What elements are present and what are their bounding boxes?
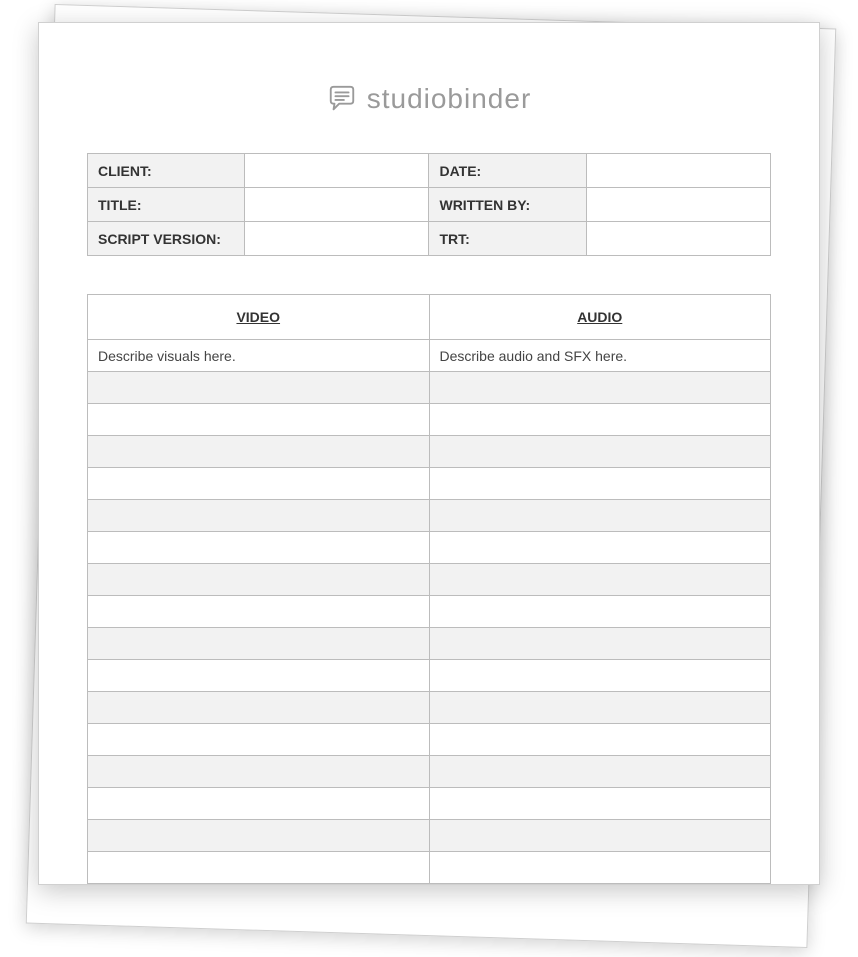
meta-value[interactable] [586,188,770,222]
meta-label: DATE: [429,154,586,188]
video-cell[interactable] [88,436,430,468]
audio-cell[interactable] [429,692,771,724]
audio-cell[interactable] [429,628,771,660]
table-row [88,404,771,436]
meta-value[interactable] [586,154,770,188]
audio-cell[interactable] [429,788,771,820]
meta-label: SCRIPT VERSION: [88,222,245,256]
audio-cell[interactable] [429,564,771,596]
meta-value[interactable] [245,188,429,222]
audio-cell[interactable] [429,756,771,788]
meta-label: TRT: [429,222,586,256]
audio-column-header: AUDIO [429,295,771,340]
front-page: studiobinder CLIENT: DATE: TITLE: WRITTEN B… [38,22,820,885]
table-row [88,532,771,564]
brand-name: studiobinder [367,83,532,115]
video-cell[interactable] [88,372,430,404]
audio-cell[interactable] [429,724,771,756]
audio-cell[interactable] [429,596,771,628]
table-row [88,564,771,596]
meta-label: WRITTEN BY: [429,188,586,222]
table-row [88,788,771,820]
video-cell[interactable] [88,788,430,820]
table-row [88,724,771,756]
video-cell[interactable] [88,532,430,564]
meta-label: CLIENT: [88,154,245,188]
table-row [88,692,771,724]
video-cell[interactable]: Describe visuals here. [88,340,430,372]
table-row [88,820,771,852]
meta-row: SCRIPT VERSION: TRT: [88,222,771,256]
brand-header: studiobinder [87,83,771,115]
table-row [88,436,771,468]
table-row [88,500,771,532]
meta-row: TITLE: WRITTEN BY: [88,188,771,222]
table-row [88,468,771,500]
video-cell[interactable] [88,660,430,692]
audio-cell[interactable] [429,660,771,692]
meta-row: CLIENT: DATE: [88,154,771,188]
audio-cell[interactable] [429,404,771,436]
paper-stack: studiobinder CLIENT: DATE: TITLE: WRITTEN B… [38,22,820,942]
table-row [88,596,771,628]
audio-cell[interactable] [429,852,771,884]
audio-cell[interactable] [429,372,771,404]
meta-value[interactable] [245,154,429,188]
audio-cell[interactable] [429,532,771,564]
video-cell[interactable] [88,596,430,628]
audio-cell[interactable] [429,500,771,532]
video-column-header: VIDEO [88,295,430,340]
video-cell[interactable] [88,724,430,756]
chat-bubble-icon [327,84,357,114]
audio-cell[interactable]: Describe audio and SFX here. [429,340,771,372]
script-table: VIDEO AUDIO Describe visuals here.Descri… [87,294,771,884]
audio-cell[interactable] [429,820,771,852]
video-cell[interactable] [88,756,430,788]
video-cell[interactable] [88,692,430,724]
video-cell[interactable] [88,628,430,660]
audio-cell[interactable] [429,468,771,500]
video-cell[interactable] [88,820,430,852]
meta-value[interactable] [586,222,770,256]
video-cell[interactable] [88,852,430,884]
table-row: Describe visuals here.Describe audio and… [88,340,771,372]
table-row [88,852,771,884]
video-cell[interactable] [88,404,430,436]
meta-table: CLIENT:DATE:TITLE:WRITTEN BY:SCRIPT VERS… [87,153,771,256]
video-cell[interactable] [88,500,430,532]
table-row [88,372,771,404]
video-cell[interactable] [88,564,430,596]
table-row [88,756,771,788]
table-row [88,660,771,692]
audio-cell[interactable] [429,436,771,468]
video-cell[interactable] [88,468,430,500]
meta-value[interactable] [245,222,429,256]
meta-label: TITLE: [88,188,245,222]
table-row [88,628,771,660]
